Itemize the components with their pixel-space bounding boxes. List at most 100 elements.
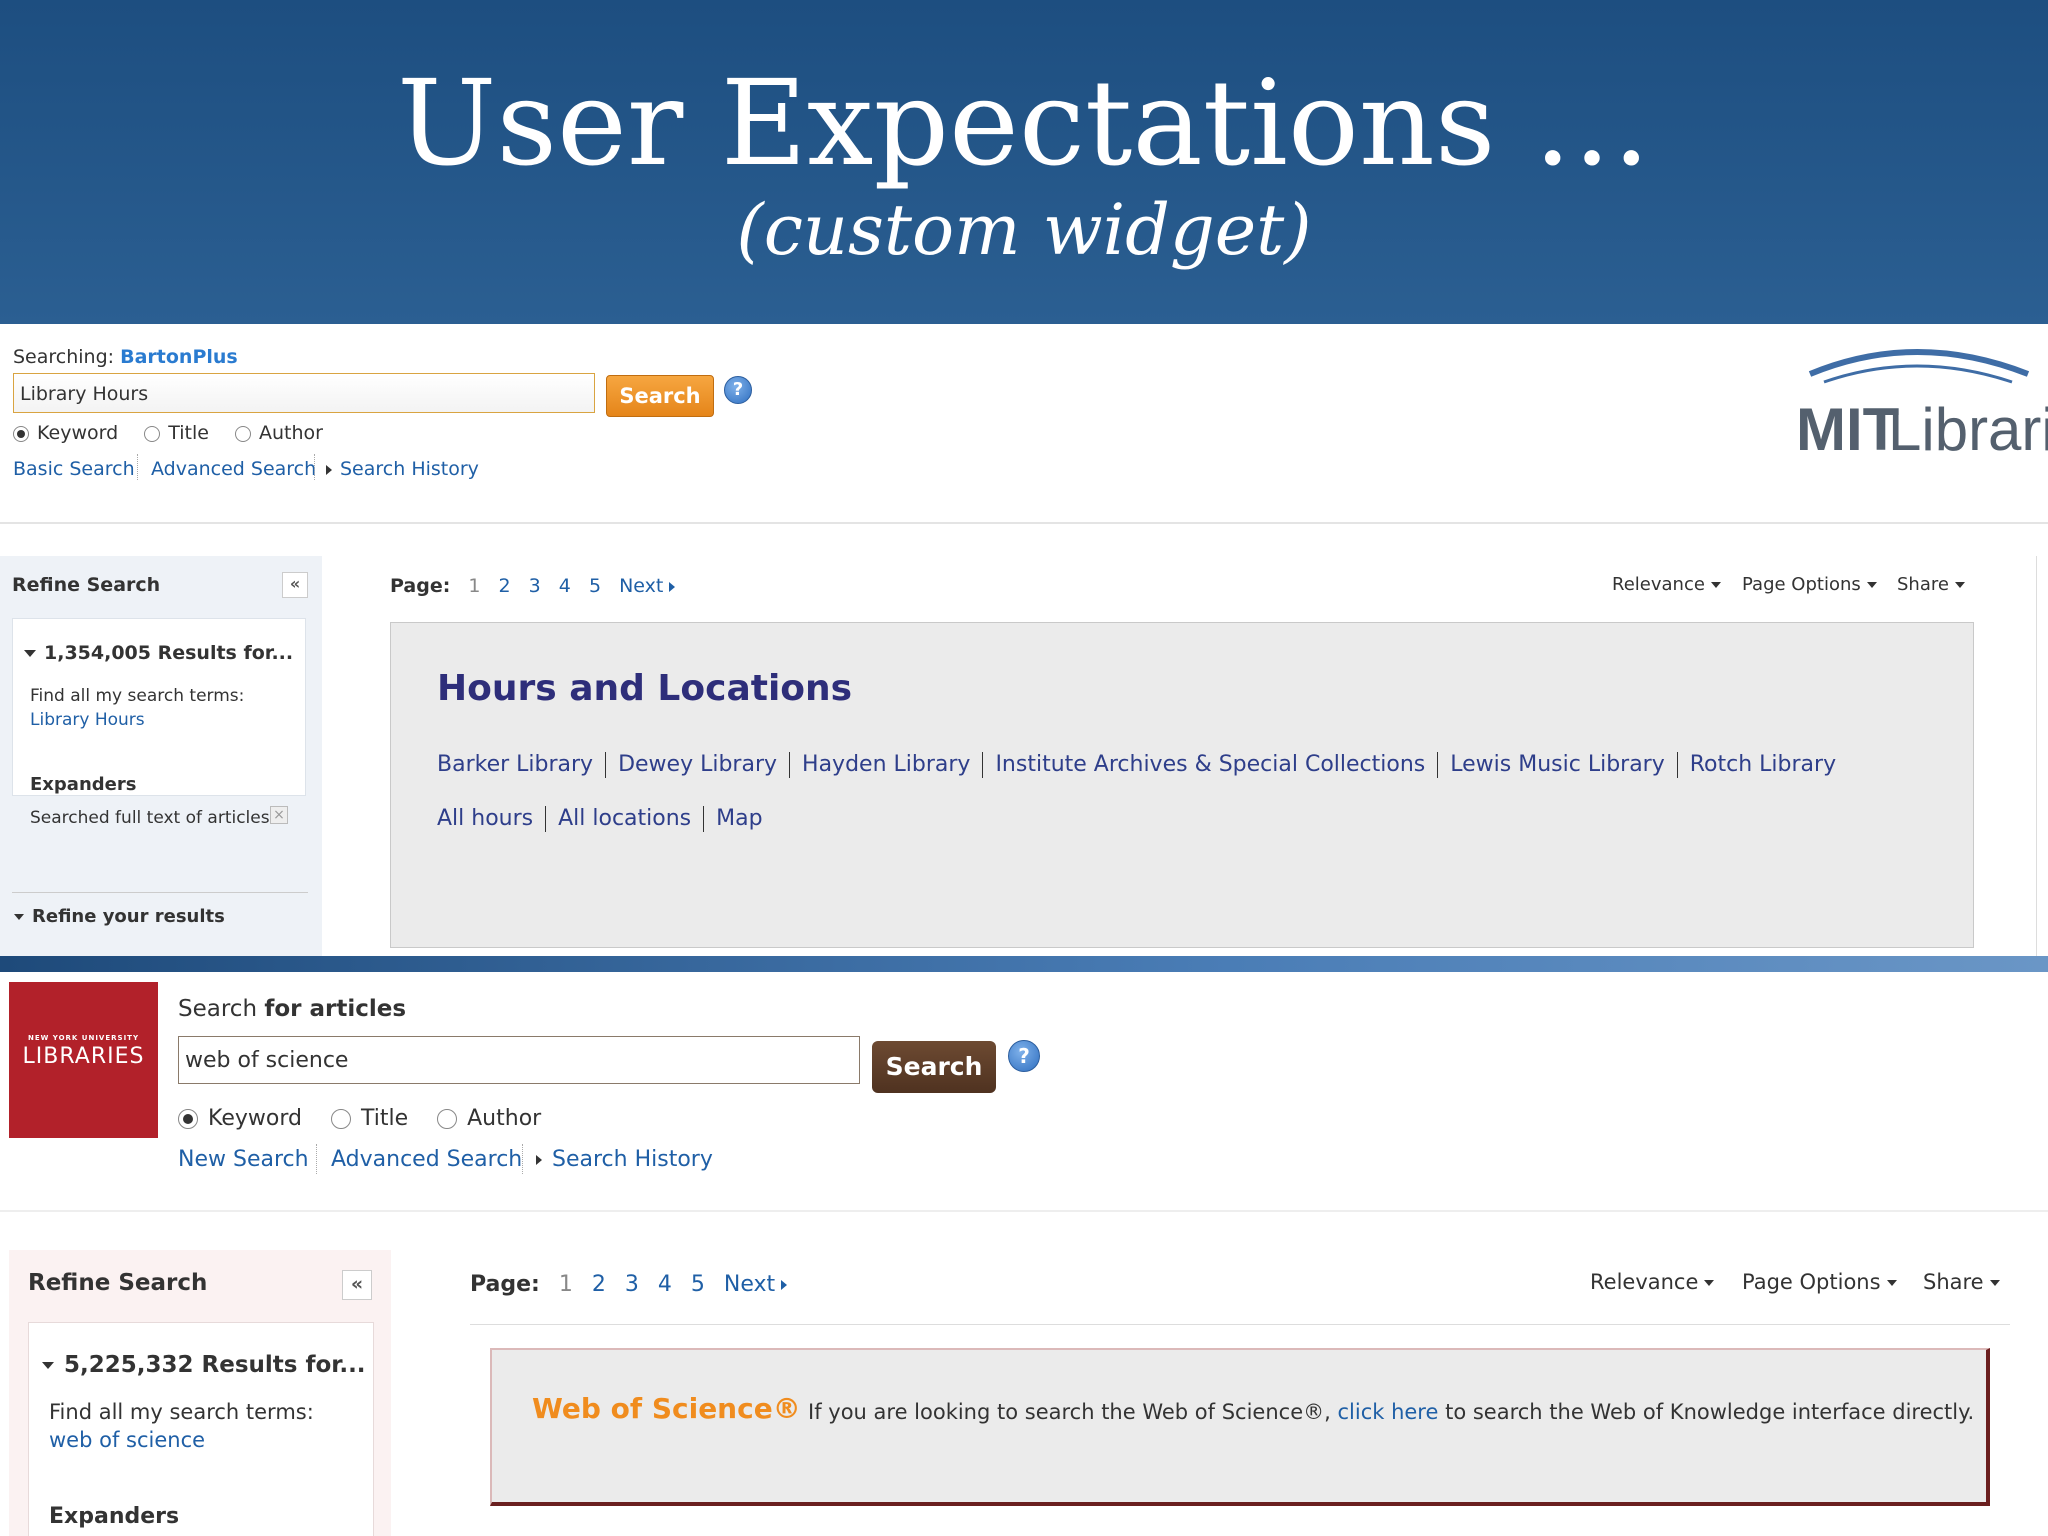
remove-expander-icon[interactable]: ×: [270, 806, 288, 824]
refine-search-title: Refine Search: [28, 1270, 208, 1296]
collapse-sidebar-button[interactable]: «: [342, 1270, 372, 1300]
all-hours-link[interactable]: All hours: [437, 806, 533, 831]
find-terms-label: Find all my search terms:: [30, 686, 245, 706]
search-field-options: Keyword Title Author: [178, 1106, 563, 1131]
collapse-arrow-icon: [42, 1362, 54, 1369]
sidebar-divider: [12, 892, 308, 893]
page-options-dropdown[interactable]: Page Options: [1742, 574, 1877, 595]
new-search-link[interactable]: New Search: [178, 1147, 309, 1172]
radio-title-label: Title: [360, 1106, 409, 1131]
dropdown-caret-icon: [1866, 582, 1877, 588]
next-page-link[interactable]: Next: [619, 575, 676, 597]
widget-title: Hours and Locations: [437, 668, 853, 709]
lewis-music-library-link[interactable]: Lewis Music Library: [1450, 752, 1664, 777]
radio-keyword-label: Keyword: [208, 1106, 302, 1131]
hayden-library-link[interactable]: Hayden Library: [802, 752, 970, 777]
map-link[interactable]: Map: [716, 806, 762, 831]
collapse-arrow-icon: [24, 650, 36, 657]
find-terms-value[interactable]: Library Hours: [30, 710, 145, 730]
next-arrow-icon: [781, 1280, 788, 1290]
search-input[interactable]: web of science: [178, 1036, 860, 1084]
nyu-libraries-logo: NEW YORK UNIVERSITY LIBRARIES: [9, 982, 158, 1138]
svg-text:MIT: MIT: [1796, 396, 1899, 463]
section-divider: [0, 956, 2048, 972]
expanders-title: Expanders: [49, 1504, 180, 1529]
share-dropdown[interactable]: Share: [1897, 574, 1965, 595]
search-history-link[interactable]: Search History: [326, 458, 479, 480]
expander-full-text: Searched full text of articles: [30, 808, 270, 828]
relevance-dropdown[interactable]: Relevance: [1590, 1270, 1715, 1294]
advanced-search-link[interactable]: Advanced Search: [331, 1147, 522, 1172]
mit-screenshot: Searching: BartonPlus Library Hours Sear…: [0, 324, 2048, 956]
share-dropdown[interactable]: Share: [1923, 1270, 2000, 1294]
mit-libraries-logo: MIT Libraries: [1796, 332, 2048, 472]
search-label: Search for articles: [178, 996, 407, 1022]
expand-arrow-icon: [326, 464, 332, 475]
refine-results-toggle[interactable]: Refine your results: [14, 906, 225, 927]
advanced-search-link[interactable]: Advanced Search: [151, 458, 316, 480]
refine-search-title: Refine Search: [12, 574, 161, 596]
results-count[interactable]: 1,354,005 Results for...: [24, 642, 293, 664]
library-links-row: Barker Library Dewey Library Hayden Librar…: [437, 752, 1836, 778]
hours-links-row: All hours All locations Map: [437, 806, 763, 832]
collapse-arrow-icon: [14, 914, 24, 920]
rotch-library-link[interactable]: Rotch Library: [1690, 752, 1836, 777]
link-divider: [316, 1144, 317, 1174]
expanders-title: Expanders: [30, 774, 137, 795]
radio-title[interactable]: [144, 425, 161, 442]
database-name[interactable]: BartonPlus: [120, 346, 238, 368]
find-terms-value[interactable]: web of science: [49, 1428, 205, 1452]
all-locations-link[interactable]: All locations: [558, 806, 691, 831]
page-link[interactable]: 3: [625, 1272, 639, 1297]
radio-keyword[interactable]: [13, 425, 29, 442]
page-current: 1: [558, 1272, 573, 1297]
collapse-sidebar-button[interactable]: «: [282, 572, 308, 598]
page-link[interactable]: 2: [499, 575, 511, 597]
radio-keyword-label: Keyword: [37, 422, 119, 444]
search-input[interactable]: Library Hours: [13, 373, 595, 413]
page-options-dropdown[interactable]: Page Options: [1742, 1270, 1897, 1294]
relevance-dropdown[interactable]: Relevance: [1612, 574, 1721, 595]
page-link[interactable]: 5: [691, 1272, 705, 1297]
help-icon[interactable]: ?: [724, 376, 752, 404]
dropdown-caret-icon: [1989, 1280, 2000, 1286]
search-field-options: Keyword Title Author: [13, 422, 343, 444]
page-link[interactable]: 5: [589, 575, 601, 597]
slide-banner: User Expectations … (custom widget): [0, 0, 2048, 324]
search-button[interactable]: Search: [872, 1041, 996, 1093]
link-divider: [522, 1144, 523, 1174]
widget-title: Web of Science®: [532, 1392, 801, 1425]
radio-author[interactable]: [437, 1109, 458, 1129]
basic-search-link[interactable]: Basic Search: [13, 458, 135, 480]
search-button[interactable]: Search: [606, 375, 714, 417]
pagination: Page: 1 2 3 4 5 Next: [470, 1272, 788, 1297]
radio-keyword[interactable]: [178, 1109, 198, 1129]
barker-library-link[interactable]: Barker Library: [437, 752, 593, 777]
dropdown-caret-icon: [1886, 1280, 1897, 1286]
slide-subtitle: (custom widget): [736, 189, 1312, 271]
page-edge: [2036, 556, 2037, 956]
link-divider: [137, 454, 138, 480]
slide-title: User Expectations …: [397, 54, 1651, 192]
next-arrow-icon: [669, 581, 676, 592]
svg-text:Libraries: Libraries: [1888, 396, 2048, 463]
page-link[interactable]: 4: [658, 1272, 672, 1297]
radio-author[interactable]: [234, 425, 251, 442]
radio-title[interactable]: [330, 1109, 351, 1129]
radio-author-label: Author: [258, 422, 323, 444]
click-here-link[interactable]: click here: [1337, 1400, 1438, 1424]
web-of-science-widget: [490, 1348, 1990, 1506]
search-history-link[interactable]: Search History: [536, 1147, 713, 1172]
next-page-link[interactable]: Next: [724, 1272, 788, 1297]
dewey-library-link[interactable]: Dewey Library: [618, 752, 777, 777]
institute-archives-link[interactable]: Institute Archives & Special Collections: [995, 752, 1425, 777]
page-link[interactable]: 3: [529, 575, 541, 597]
results-count[interactable]: 5,225,332 Results for...: [42, 1352, 366, 1378]
page-link[interactable]: 4: [559, 575, 571, 597]
page-current: 1: [468, 575, 481, 597]
header-divider: [0, 522, 2048, 524]
dropdown-caret-icon: [1954, 582, 1965, 588]
page-link[interactable]: 2: [592, 1272, 606, 1297]
help-icon[interactable]: ?: [1008, 1040, 1040, 1072]
radio-title-label: Title: [168, 422, 209, 444]
